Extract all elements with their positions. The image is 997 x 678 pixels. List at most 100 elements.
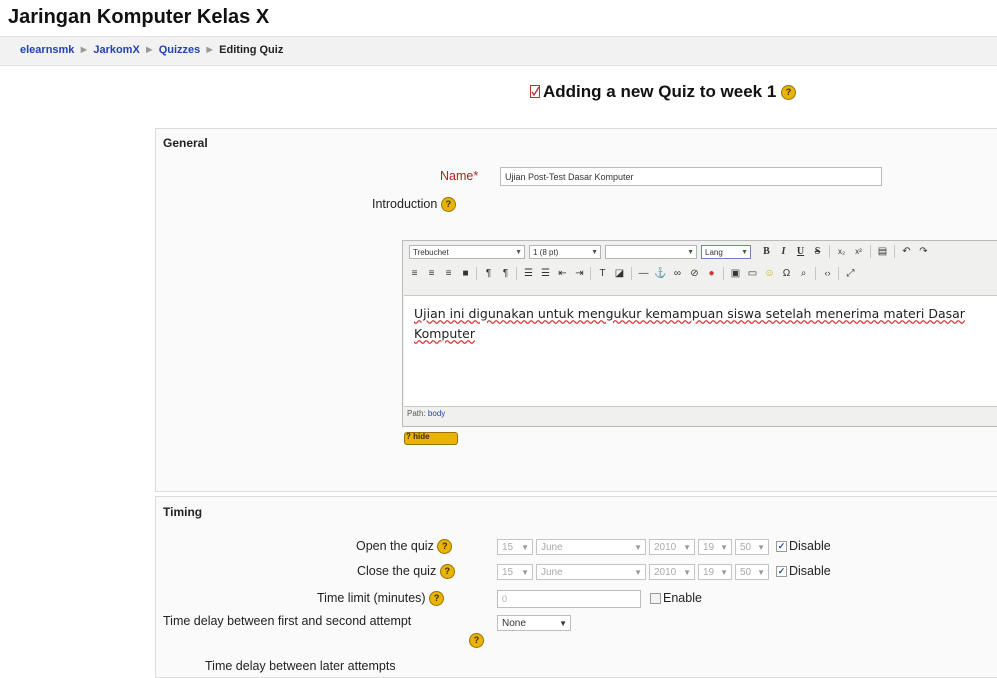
open-minute-select[interactable]: 50 ▼ [735,539,769,555]
chevron-down-icon: ▼ [515,249,522,256]
close-year-select[interactable]: 2010 ▼ [649,564,695,580]
close-day-select[interactable]: 15 ▼ [497,564,533,580]
open-disable-label: Disable [789,539,831,553]
editor-toolbar-row-1: Trebuchet ▼ 1 (8 pt) ▼ ▼ Lang ▼ B I U S x₂ … [403,241,997,263]
font-family-select[interactable]: Trebuchet ▼ [409,245,525,259]
help-icon[interactable]: ? [469,633,484,648]
help-icon[interactable]: ? [440,197,456,213]
chevron-down-icon: ▼ [741,249,748,256]
close-disable-label: Disable [789,564,831,578]
open-day-value: 15 [502,542,514,553]
horizontal-rule-icon[interactable]: — [636,266,651,281]
open-hour-select[interactable]: 19 ▼ [698,539,732,555]
lang-select[interactable]: Lang ▼ [701,245,751,259]
general-legend: General [163,136,208,150]
bold-button[interactable]: B [759,244,774,259]
timing-legend: Timing [163,505,203,519]
breadcrumb-home-link[interactable]: elearnsmk [20,44,74,56]
page-heading-text: Adding a new Quiz to week 1 [543,82,777,101]
format-select[interactable]: ▼ [605,245,697,259]
superscript-icon[interactable]: x² [851,244,866,259]
editor-path: Path: body [407,409,445,418]
close-hour-select[interactable]: 19 ▼ [698,564,732,580]
close-disable-checkbox[interactable]: ✓ [776,566,787,577]
undo-icon[interactable]: ↶ [899,244,914,259]
delay-first-select[interactable]: None ▼ [497,615,571,631]
outdent-icon[interactable]: ⇤ [555,266,570,281]
quiz-name-input[interactable] [500,167,882,186]
open-minute-value: 50 [740,542,752,553]
chevron-down-icon: ▼ [720,568,728,577]
font-family-value: Trebuchet [413,248,449,257]
table-icon[interactable]: ▭ [745,266,760,281]
italic-button[interactable]: I [776,244,791,259]
underline-button[interactable]: U [793,244,808,259]
nolink-icon[interactable]: ● [704,266,719,281]
breadcrumb-separator: ► [78,44,90,56]
link-icon[interactable]: ∞ [670,266,685,281]
page-heading: Adding a new Quiz to week 1 ? [530,82,797,102]
open-year-select[interactable]: 2010 ▼ [649,539,695,555]
introduction-label: Introduction ? [372,197,456,213]
html-source-icon[interactable]: ‹› [820,266,835,281]
quiz-icon [530,85,540,98]
delay-first-label: Time delay between first and second atte… [163,614,412,628]
close-quiz-label: Close the quiz ? [357,564,455,580]
indent-icon[interactable]: ⇥ [572,266,587,281]
chevron-down-icon: ▼ [634,568,642,577]
align-right-icon[interactable]: ≡ [441,266,456,281]
close-month-select[interactable]: June ▼ [536,564,646,580]
editor-help-button-label: ? hide [406,432,430,441]
editor-content-area[interactable]: Ujian ini digunakan untuk mengukur kemam… [404,295,997,407]
align-center-icon[interactable]: ≡ [424,266,439,281]
breadcrumb-current: Editing Quiz [219,44,284,56]
subscript-icon[interactable]: x₂ [834,244,849,259]
breadcrumb-separator: ► [143,44,155,56]
help-icon[interactable]: ? [781,85,797,101]
open-quiz-label-text: Open the quiz [356,539,434,553]
breadcrumb-course-link[interactable]: JarkomX [93,44,139,56]
fullscreen-icon[interactable]: ⤢ [843,266,858,281]
image-icon[interactable]: ▣ [728,266,743,281]
editor-help-button[interactable]: ? hide [404,432,458,445]
align-justify-icon[interactable]: ■ [458,266,473,281]
special-char-icon[interactable]: Ω [779,266,794,281]
help-icon[interactable]: ? [439,564,455,580]
align-left-icon[interactable]: ≡ [407,266,422,281]
bullet-list-icon[interactable]: ☰ [538,266,553,281]
open-day-select[interactable]: 15 ▼ [497,539,533,555]
help-icon[interactable]: ? [429,591,445,607]
time-limit-enable-checkbox[interactable] [650,593,661,604]
open-month-select[interactable]: June ▼ [536,539,646,555]
close-minute-select[interactable]: 50 ▼ [735,564,769,580]
smiley-icon[interactable]: ☺ [762,266,777,281]
strikethrough-button[interactable]: S [810,244,825,259]
font-size-select[interactable]: 1 (8 pt) ▼ [529,245,601,259]
chevron-down-icon: ▼ [687,249,694,256]
numbered-list-icon[interactable]: ☰ [521,266,536,281]
chevron-down-icon: ▼ [720,543,728,552]
introduction-label-text: Introduction [372,197,438,211]
background-color-icon[interactable]: ◪ [612,266,627,281]
name-label: Name* [440,169,478,183]
unlink-icon[interactable]: ⊘ [687,266,702,281]
path-body-link[interactable]: body [428,409,445,418]
time-limit-label-text: Time limit (minutes) [317,591,426,605]
text-color-icon[interactable]: T [595,266,610,281]
help-icon[interactable]: ? [437,539,453,555]
open-disable-checkbox[interactable]: ✓ [776,541,787,552]
introduction-editor: Trebuchet ▼ 1 (8 pt) ▼ ▼ Lang ▼ B I U S x₂ … [402,240,997,427]
clean-word-icon[interactable]: ▤ [875,244,890,259]
anchor-icon[interactable]: ⚓ [653,266,668,281]
toolbar-divider [631,267,632,280]
toolbar-divider [815,267,816,280]
rtl-icon[interactable]: ¶ [498,266,513,281]
search-replace-icon[interactable]: ⌕ [796,266,811,281]
editor-toolbar-row-2: ≡ ≡ ≡ ■ ¶ ¶ ☰ ☰ ⇤ ⇥ T ◪ — ⚓ ∞ ⊘ ● ▣ ▭ ☺ … [403,263,997,285]
close-year-value: 2010 [654,567,677,578]
breadcrumb-quizzes-link[interactable]: Quizzes [159,44,201,56]
toolbar-divider [516,267,517,280]
time-limit-input[interactable] [497,590,641,608]
ltr-icon[interactable]: ¶ [481,266,496,281]
redo-icon[interactable]: ↷ [916,244,931,259]
